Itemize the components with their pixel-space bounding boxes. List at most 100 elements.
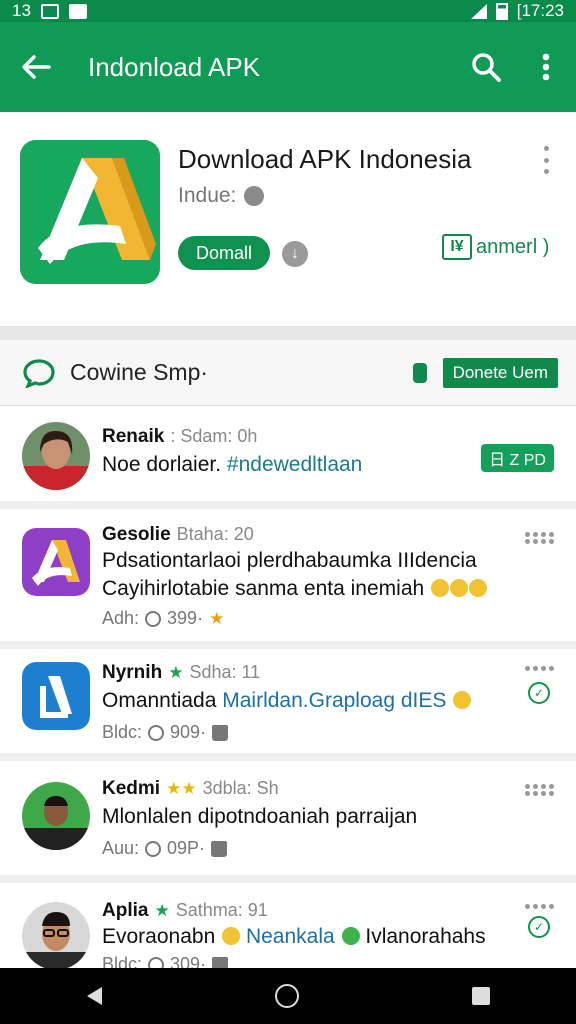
post-item[interactable]: Gesolie Btaha: 20 Pdsationtarlaoi plerdh… — [0, 510, 576, 649]
post-foot-label: Bldc: — [102, 722, 143, 742]
post-item[interactable]: Kedmi ★★ 3dbla: Sh Mlonlalen dipotndoani… — [0, 762, 576, 883]
post-item[interactable]: Renaik : Sdam: 0h Noe dorlaier. #ndewedl… — [0, 406, 576, 509]
clock-icon — [148, 724, 165, 741]
mail-notification-icon — [40, 3, 59, 19]
battery-icon — [495, 2, 508, 20]
post-text: Mlonlalen dipotndoaniah parraijan — [102, 805, 418, 828]
post-more-button[interactable] — [525, 904, 554, 909]
verified-icon: I¥ — [442, 234, 472, 260]
star-icon: ★★ — [166, 779, 197, 798]
nav-home-icon[interactable] — [274, 984, 299, 1008]
post-text-line-2-text: Cayihirlotabie sanma enta inemiah — [102, 577, 425, 600]
check-circle-icon[interactable]: ✓ — [528, 682, 550, 704]
post-footer: Bldc: 909· — [102, 722, 229, 743]
app-bar: Indonload APK — [0, 22, 576, 112]
more-vert-icon — [542, 53, 550, 81]
image-notification-icon — [68, 3, 87, 19]
post-hashtag[interactable]: #ndewedltlaan — [227, 453, 362, 476]
post-text-c: Ivlanorahahs — [365, 925, 486, 948]
app-logo-icon — [20, 140, 160, 284]
status-bar: 13 [17:23 — [0, 0, 576, 22]
avatar[interactable] — [22, 782, 90, 850]
avatar[interactable] — [22, 902, 90, 970]
post-author[interactable]: Kedmi — [102, 778, 160, 800]
system-nav-bar — [0, 968, 576, 1024]
star-icon: ★ — [154, 901, 170, 920]
community-title: Cowine Smp· — [70, 359, 209, 385]
overflow-menu-button[interactable] — [516, 22, 576, 112]
post-meta: 3dbla: Sh — [202, 778, 279, 798]
status-time: [17:23 — [516, 1, 564, 20]
post-header: Kedmi ★★ 3dbla: Sh — [102, 778, 279, 800]
app-bar-title: Indonload APK — [88, 51, 261, 82]
community-action-button[interactable]: Donete Uem — [442, 357, 558, 388]
post-more-button[interactable] — [525, 666, 554, 671]
arrow-left-icon — [22, 55, 51, 79]
star-reaction-icon[interactable]: ★ — [209, 609, 224, 629]
post-author[interactable]: Aplia — [102, 900, 148, 922]
avatar[interactable] — [22, 528, 90, 596]
post-text-line-1: Pdsationtarlaoi plerdhabaumka IIIdencia — [102, 549, 477, 572]
thumbs-up-icon[interactable] — [211, 840, 228, 857]
post-feed: Renaik : Sdam: 0h Noe dorlaier. #ndewedl… — [0, 406, 576, 981]
grin-emoji-icon — [453, 691, 472, 709]
post-header: Aplia ★ Sathma: 91 — [102, 900, 268, 922]
verified-tag[interactable]: I¥ anmerl ) — [442, 234, 549, 260]
post-author[interactable]: Nyrnih — [102, 662, 162, 684]
app-card-more-button[interactable] — [538, 146, 554, 174]
post-item[interactable]: Nyrnih ★ Sdha: 11 Omanntiada Mairldan.Gr… — [0, 650, 576, 761]
post-text-line-2: Cayihirlotabie sanma enta inemiah — [102, 574, 488, 604]
post-foot-count: 399· — [167, 608, 204, 628]
post-badge[interactable]: 日 Z PD — [481, 444, 554, 472]
post-author[interactable]: Gesolie — [102, 524, 171, 546]
app-developer[interactable]: Indue: — [178, 184, 236, 208]
post-link[interactable]: Mairldan.Graploag dIES — [222, 689, 446, 712]
chat-bubble-icon — [23, 358, 55, 388]
more-dot — [543, 169, 549, 174]
post-foot-count: 09P· — [167, 838, 206, 858]
check-emoji-icon — [341, 927, 360, 945]
check-circle-icon[interactable]: ✓ — [528, 916, 550, 938]
app-bar-actions — [456, 22, 576, 112]
post-link[interactable]: Neankala — [246, 925, 335, 948]
grin-emoji-icon — [431, 579, 450, 597]
post-text-a: Evoraonabn — [102, 925, 222, 948]
thumbs-up-icon[interactable] — [212, 724, 229, 741]
post-header: Nyrnih ★ Sdha: 11 — [102, 662, 260, 684]
globe-icon — [244, 186, 265, 206]
status-left: 13 — [12, 1, 87, 21]
back-button[interactable] — [0, 22, 72, 112]
avatar[interactable] — [22, 422, 90, 490]
post-text-plain: Omanntiada — [102, 689, 223, 712]
post-text-plain: Noe dorlaier. — [102, 453, 227, 476]
avatar[interactable] — [22, 662, 90, 730]
verified-label: anmerl ) — [476, 235, 550, 258]
download-info-icon[interactable]: ↓ — [282, 241, 308, 267]
app-card: Download APK Indonesia Indue: Domall ↓ I… — [0, 112, 576, 326]
post-header: Gesolie Btaha: 20 — [102, 524, 254, 546]
post-text: Omanntiada Mairldan.Graploag dIES — [102, 686, 472, 716]
signal-icon — [470, 3, 487, 19]
post-more-button[interactable] — [525, 784, 554, 796]
post-item[interactable]: Aplia ★ Sathma: 91 Evoraonabn Neankala I… — [0, 884, 576, 981]
nav-recents-icon[interactable] — [471, 987, 490, 1005]
star-icon: ★ — [168, 663, 184, 682]
search-icon — [472, 53, 501, 82]
more-dot — [543, 157, 549, 163]
install-button[interactable]: Domall — [178, 236, 270, 270]
post-footer: Adh: 399· ★ — [102, 608, 224, 629]
app-name: Download APK Indonesia — [178, 144, 472, 174]
app-developer-row: Indue: — [178, 184, 265, 208]
grin-emoji-icon — [450, 579, 469, 597]
post-meta: Sdha: 11 — [189, 662, 261, 682]
post-foot-label: Adh: — [102, 608, 140, 628]
search-button[interactable] — [456, 22, 516, 112]
post-meta: Btaha: 20 — [176, 524, 254, 544]
nav-back-icon[interactable] — [86, 987, 102, 1005]
post-meta: Sathma: 91 — [175, 900, 268, 920]
post-author[interactable]: Renaik — [102, 426, 164, 448]
post-more-button[interactable] — [525, 532, 554, 544]
clock-icon — [145, 840, 162, 857]
section-divider — [0, 326, 576, 340]
post-text: Evoraonabn Neankala Ivlanorahahs — [102, 922, 486, 952]
